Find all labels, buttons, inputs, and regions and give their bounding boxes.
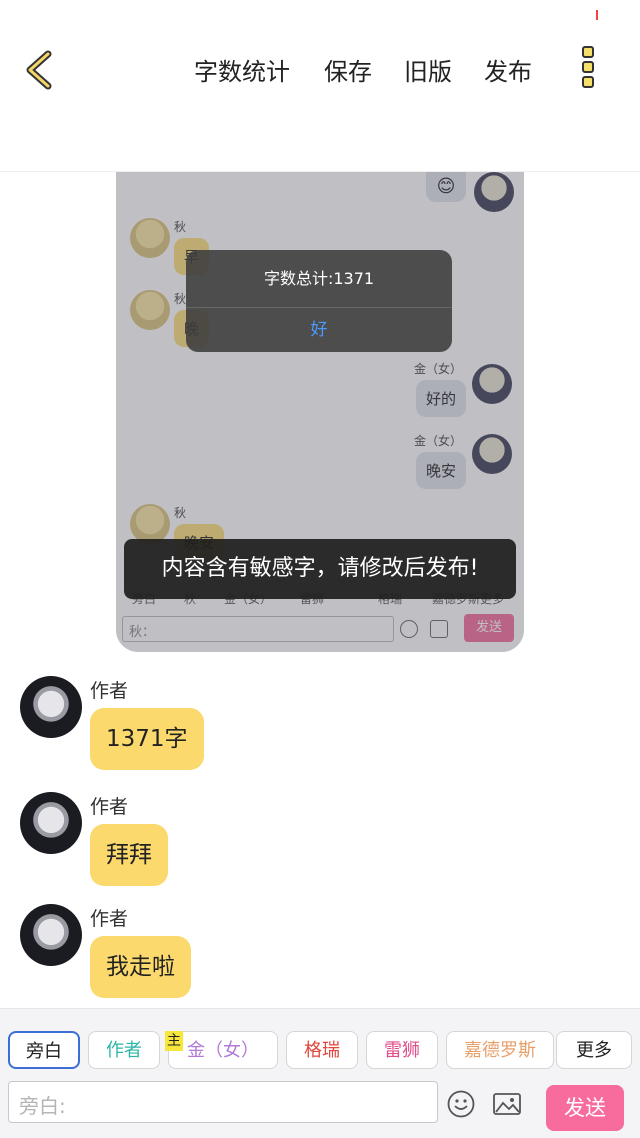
role-tab-jin[interactable]: 金（女）	[168, 1031, 278, 1069]
sender-name: 作者	[90, 908, 129, 930]
word-count-button[interactable]: 字数统计	[194, 52, 290, 87]
sender-name: 作者	[90, 796, 129, 818]
save-button[interactable]: 保存	[324, 52, 372, 87]
author-avatar	[20, 792, 82, 854]
status-indicator	[596, 10, 598, 20]
more-roles-button[interactable]: 更多	[556, 1031, 632, 1069]
top-bar: 字数统计 保存 旧版 发布	[0, 0, 640, 172]
role-tab-narration[interactable]: 旁白	[8, 1031, 80, 1069]
alert-message: 字数总计:1371	[186, 250, 452, 308]
message-bubble[interactable]: 我走啦	[90, 936, 191, 998]
more-options-icon[interactable]	[578, 46, 598, 92]
publish-button[interactable]: 发布	[484, 52, 532, 87]
message-bubble[interactable]: 拜拜	[90, 824, 168, 886]
sender-name: 作者	[90, 680, 129, 702]
role-tab-jiadeluosi[interactable]: 嘉德罗斯	[446, 1031, 554, 1069]
alert-ok-button[interactable]: 好	[186, 308, 452, 352]
old-version-button[interactable]: 旧版	[404, 52, 452, 87]
message-bubble[interactable]: 1371字	[90, 708, 204, 770]
toast-message: 内容含有敏感字，请修改后发布!	[124, 539, 516, 599]
message-input[interactable]: 旁白:	[8, 1081, 438, 1123]
role-tab-gerui[interactable]: 格瑞	[286, 1031, 358, 1069]
image-icon[interactable]	[492, 1089, 522, 1119]
role-tab-author[interactable]: 作者	[88, 1031, 160, 1069]
compose-bar: 旁白 作者 金（女） 主 格瑞 雷狮 嘉德罗斯 更多 旁白: 发送	[0, 1008, 640, 1138]
send-button[interactable]: 发送	[546, 1085, 624, 1131]
word-count-alert: 字数总计:1371 好	[186, 250, 452, 352]
author-avatar	[20, 904, 82, 966]
emoji-icon[interactable]	[446, 1089, 476, 1119]
main-role-badge: 主	[165, 1031, 183, 1051]
role-tab-leishi[interactable]: 雷狮	[366, 1031, 438, 1069]
author-avatar	[20, 676, 82, 738]
back-arrow-icon[interactable]	[20, 48, 60, 92]
